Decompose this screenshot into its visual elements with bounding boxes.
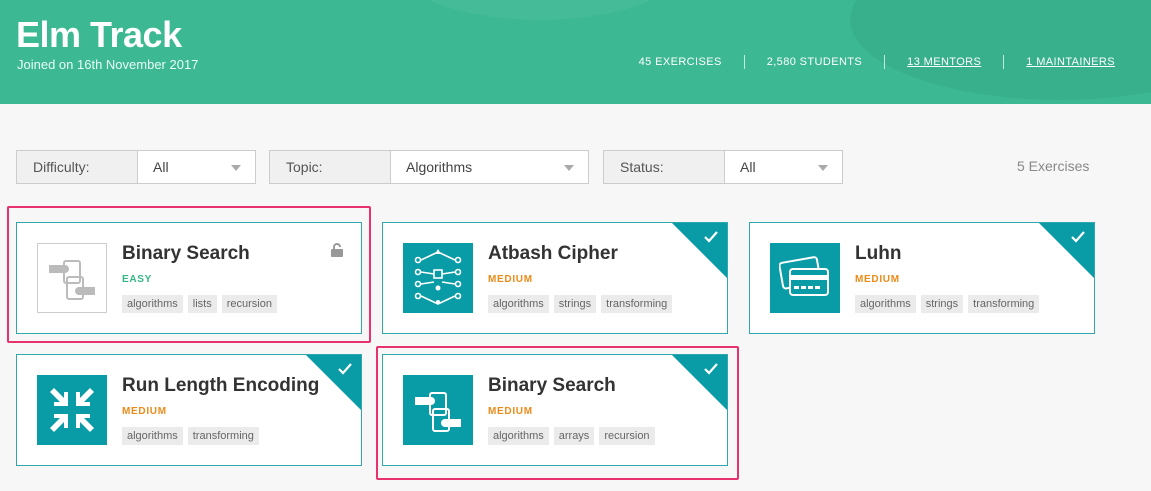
students-stat: 2,580 STUDENTS <box>766 56 863 68</box>
difficulty-filter[interactable]: Difficulty: All <box>16 150 256 184</box>
completed-corner <box>306 355 361 410</box>
exercise-title: Atbash Cipher <box>488 243 618 264</box>
checkmark-icon <box>1071 231 1085 243</box>
track-header: Elm Track Joined on 16th November 2017 4… <box>0 0 1151 104</box>
difficulty-badge: MEDIUM <box>122 406 167 417</box>
status-select[interactable]: All <box>725 151 842 183</box>
topic-tag: algorithms <box>488 295 549 313</box>
status-select-value: All <box>740 159 756 175</box>
topic-tag: transforming <box>968 295 1040 313</box>
topic-select[interactable]: Algorithms <box>391 151 588 183</box>
topic-tag: transforming <box>187 427 259 445</box>
track-title: Elm Track <box>16 14 182 55</box>
highlight-box <box>7 206 371 343</box>
mentors-link[interactable]: 13 MENTORS <box>885 56 1003 68</box>
topic-tag: algorithms <box>122 427 183 445</box>
difficulty-badge: MEDIUM <box>855 274 900 285</box>
cipher-icon <box>414 249 462 305</box>
exercise-card[interactable]: Luhn MEDIUM algorithms strings transform… <box>749 222 1095 334</box>
header-decoration <box>850 0 1151 100</box>
difficulty-filter-label: Difficulty: <box>17 151 138 183</box>
checkmark-icon <box>704 231 718 243</box>
joined-date: Joined on 16th November 2017 <box>17 57 199 72</box>
checkmark-icon <box>338 363 352 375</box>
topic-tag: transforming <box>601 295 673 313</box>
exercise-icon-frame <box>770 243 840 313</box>
exercise-tags: algorithms strings transforming <box>855 295 1040 313</box>
credit-card-icon <box>779 256 829 296</box>
exercise-tags: algorithms strings transforming <box>488 295 673 313</box>
highlight-box <box>376 346 739 480</box>
chevron-down-icon <box>818 165 828 171</box>
topic-select-value: Algorithms <box>406 159 473 175</box>
maintainers-link[interactable]: 1 MAINTAINERS <box>1004 56 1115 68</box>
exercise-tags: algorithms transforming <box>122 427 259 445</box>
topic-tag: strings <box>553 295 597 313</box>
status-filter[interactable]: Status: All <box>603 150 843 184</box>
completed-corner <box>1039 223 1094 278</box>
exercise-title: Run Length Encoding <box>122 375 320 396</box>
topic-filter-label: Topic: <box>270 151 391 183</box>
chevron-down-icon <box>564 165 574 171</box>
track-stats: 45 EXERCISES 2,580 STUDENTS 13 MENTORS 1… <box>617 55 1115 69</box>
difficulty-badge: MEDIUM <box>488 274 533 285</box>
exercise-icon-frame <box>37 375 107 445</box>
difficulty-select-value: All <box>153 159 169 175</box>
chevron-down-icon <box>231 165 241 171</box>
completed-corner <box>672 223 727 278</box>
topic-tag: strings <box>920 295 964 313</box>
exercise-card[interactable]: Run Length Encoding MEDIUM algorithms tr… <box>16 354 362 466</box>
difficulty-select[interactable]: All <box>138 151 255 183</box>
topic-tag: algorithms <box>855 295 916 313</box>
exercise-count: 5 Exercises <box>1017 158 1090 174</box>
header-decoration <box>380 0 700 20</box>
exercise-icon-frame <box>403 243 473 313</box>
topic-filter[interactable]: Topic: Algorithms <box>269 150 589 184</box>
exercise-card[interactable]: Atbash Cipher MEDIUM algorithms strings … <box>382 222 728 334</box>
exercises-stat: 45 EXERCISES <box>638 56 722 68</box>
status-filter-label: Status: <box>604 151 725 183</box>
compress-arrows-icon <box>50 388 94 432</box>
exercise-title: Luhn <box>855 243 902 264</box>
